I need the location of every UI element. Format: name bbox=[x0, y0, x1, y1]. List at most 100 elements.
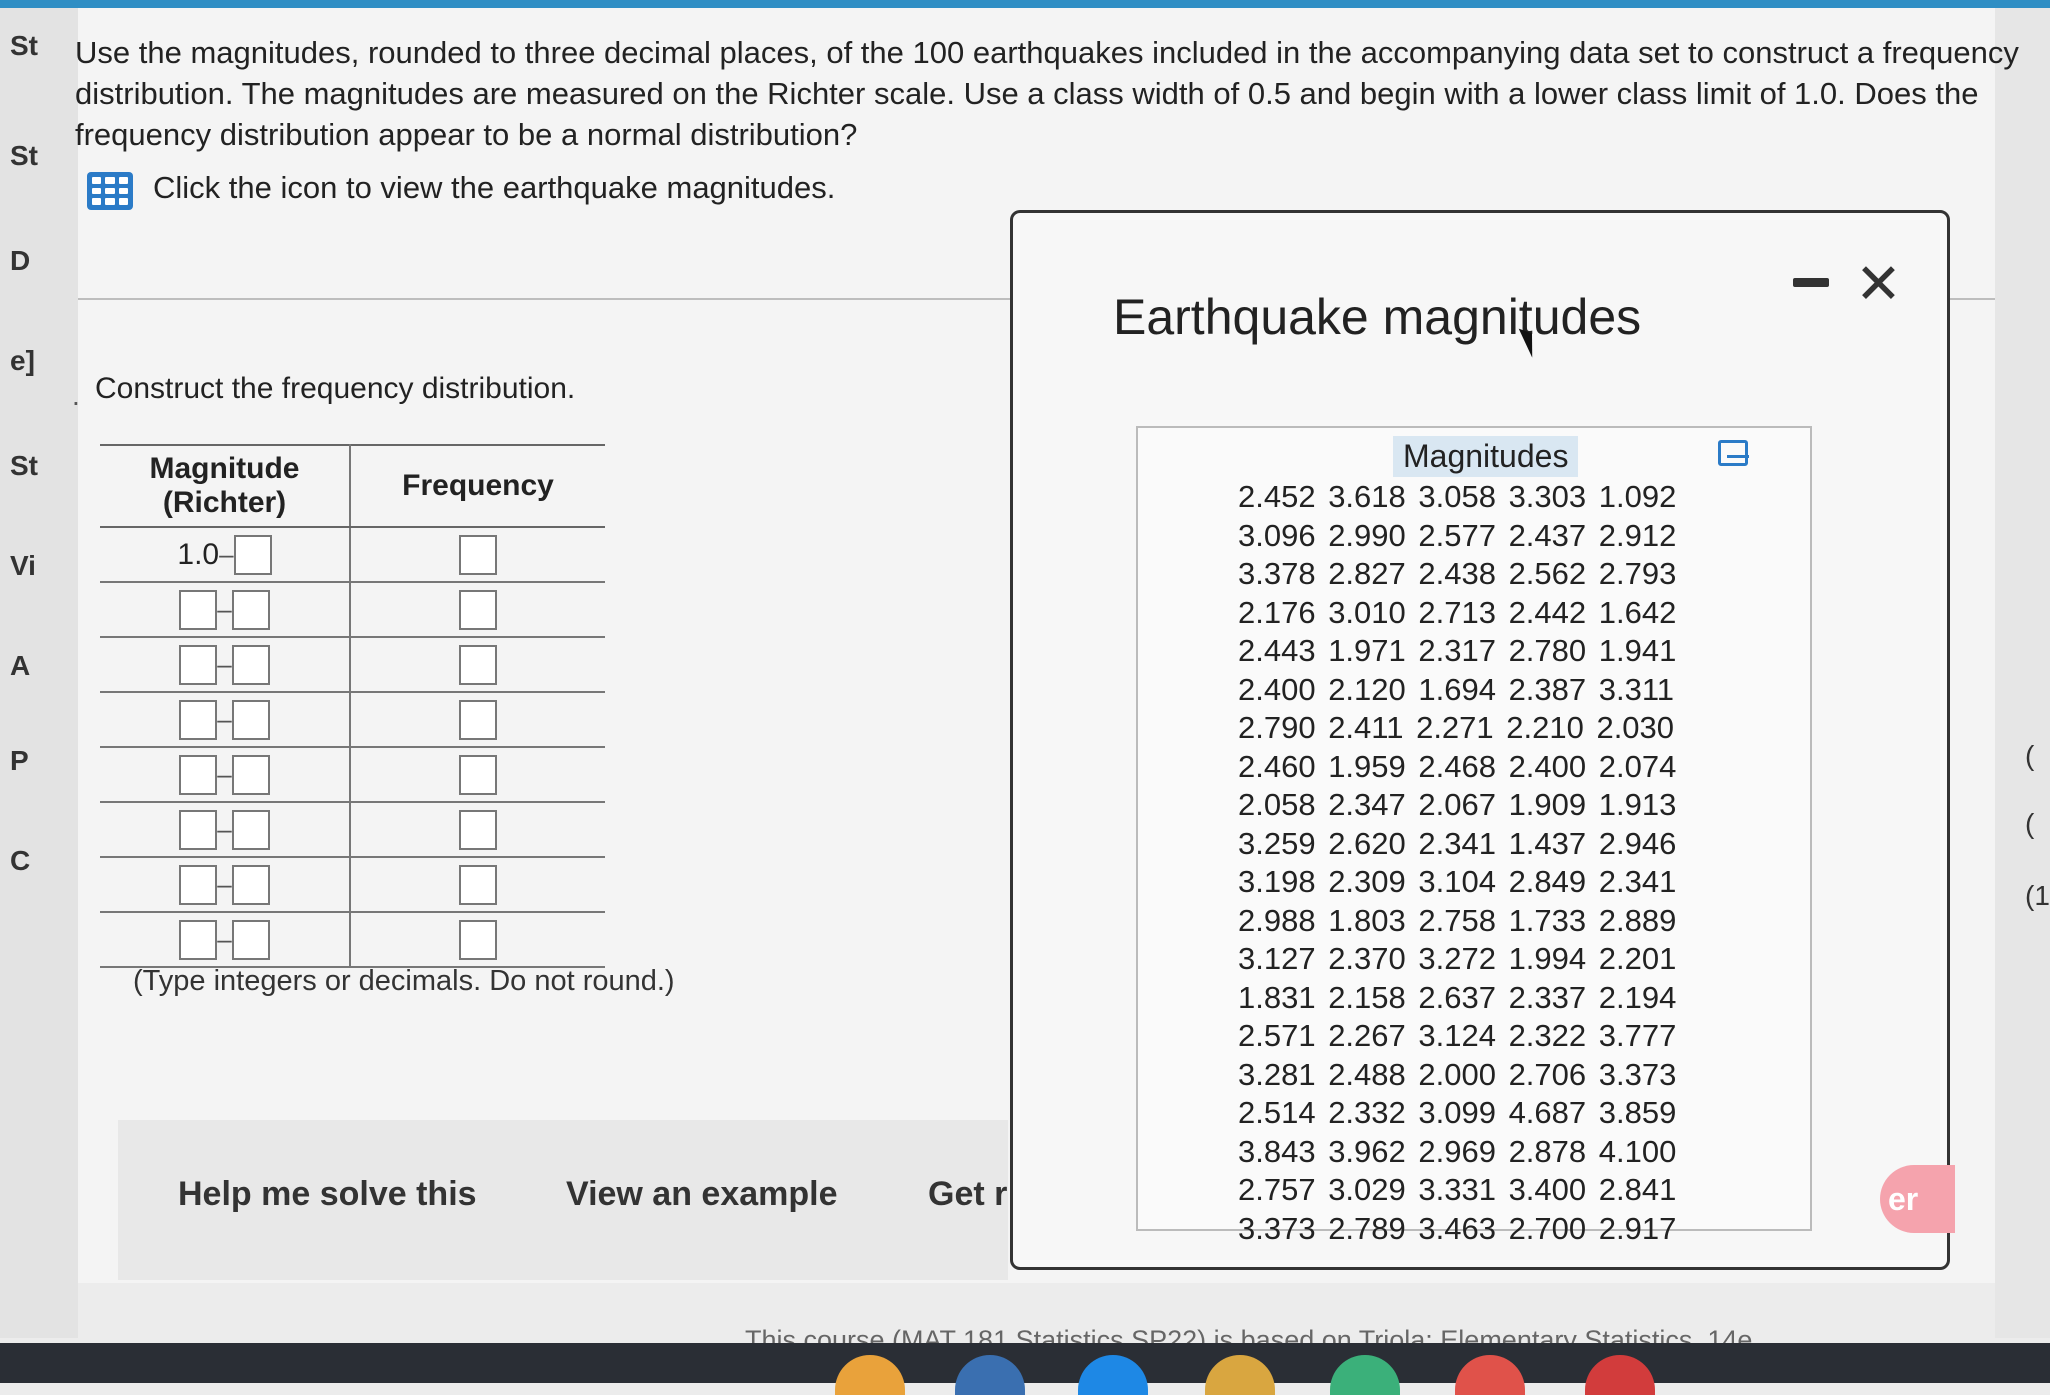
range-dash: – bbox=[217, 869, 232, 899]
magnitude-row: 2.757 3.029 3.331 3.400 2.841 bbox=[1238, 1172, 1677, 1207]
upper-limit-input[interactable] bbox=[233, 534, 272, 575]
popup-title: Earthquake magnitudes bbox=[1113, 289, 1642, 345]
class-limits-cell: – bbox=[100, 692, 351, 748]
magnitude-row: 3.127 2.370 3.272 1.994 2.201 bbox=[1238, 941, 1677, 976]
view-data-link[interactable]: Click the icon to view the earthquake ma… bbox=[153, 170, 835, 206]
class-limits-cell: – bbox=[100, 802, 351, 858]
magnitude-row: 2.514 2.332 3.099 4.687 3.859 bbox=[1238, 1095, 1677, 1130]
range-dash: – bbox=[217, 814, 232, 844]
input-note: (Type integers or decimals. Do not round… bbox=[133, 965, 675, 997]
sidebar-tab[interactable]: Vi bbox=[10, 550, 36, 582]
upper-limit-input[interactable] bbox=[231, 864, 270, 905]
range-dash: – bbox=[217, 924, 232, 954]
right-side-column bbox=[1995, 8, 2050, 1338]
question-text: Use the magnitudes, rounded to three dec… bbox=[75, 35, 2019, 152]
right-edge-text: ( bbox=[2025, 740, 2035, 771]
table-grid-icon[interactable] bbox=[87, 172, 133, 210]
frequency-input[interactable] bbox=[459, 644, 497, 685]
magnitudes-list: 2.452 3.618 3.058 3.303 1.092 3.096 2.990… bbox=[1238, 478, 1676, 1248]
magnitude-row: 3.843 3.962 2.969 2.878 4.100 bbox=[1238, 1133, 1677, 1169]
magnitude-row: 3.096 2.990 2.577 2.437 2.912 bbox=[1238, 517, 1677, 553]
lower-limit-input[interactable] bbox=[179, 699, 218, 740]
copy-data-icon[interactable] bbox=[1718, 440, 1749, 466]
right-edge-text: ( bbox=[2025, 808, 2035, 839]
frequency-cell bbox=[350, 912, 605, 968]
bullet: . bbox=[72, 380, 80, 411]
class-limits-cell: 1.0– bbox=[100, 527, 351, 583]
upper-limit-input[interactable] bbox=[231, 754, 270, 795]
magnitudes-data-panel: Magnitudes 2.452 3.618 3.058 3.303 1.092… bbox=[1136, 426, 1812, 1246]
magnitude-row: 3.378 2.827 2.438 2.562 2.793 bbox=[1238, 556, 1677, 591]
range-dash: – bbox=[219, 539, 234, 569]
frequency-table: Magnitude (Richter) Frequency 1.0– – – – – – –… bbox=[100, 444, 605, 968]
frequency-cell bbox=[350, 582, 605, 638]
lower-limit-input[interactable] bbox=[179, 644, 218, 685]
sidebar-tab[interactable]: A bbox=[10, 650, 30, 682]
range-dash: – bbox=[217, 594, 232, 624]
range-dash: – bbox=[217, 759, 232, 789]
magnitude-row: 3.198 2.309 3.104 2.849 2.341 bbox=[1238, 864, 1677, 899]
sidebar-tab[interactable]: St bbox=[10, 30, 38, 62]
lower-limit-input[interactable] bbox=[179, 919, 218, 960]
minimize-icon[interactable] bbox=[1793, 278, 1829, 287]
upper-limit-input[interactable] bbox=[231, 809, 270, 850]
upper-limit-input[interactable] bbox=[231, 589, 270, 630]
sidebar-tab[interactable]: P bbox=[10, 745, 29, 777]
table-row: – bbox=[100, 692, 605, 748]
get-more-help-button[interactable]: Get r bbox=[928, 1175, 1007, 1214]
first-lower-limit: 1.0 bbox=[177, 537, 220, 571]
class-limits-cell: – bbox=[100, 857, 351, 913]
magnitude-row: 2.400 2.120 1.694 2.387 3.311 bbox=[1238, 671, 1675, 707]
close-icon[interactable]: ✕ bbox=[1855, 251, 1902, 317]
table-row: – bbox=[100, 912, 605, 968]
lower-limit-input[interactable] bbox=[179, 754, 218, 795]
frequency-cell bbox=[350, 527, 605, 583]
check-answer-button[interactable]: er bbox=[1880, 1165, 1955, 1233]
lower-limit-input[interactable] bbox=[179, 589, 218, 630]
sidebar-tab[interactable]: C bbox=[10, 845, 30, 877]
top-accent-bar bbox=[0, 0, 2050, 8]
class-limits-cell: – bbox=[100, 582, 351, 638]
frequency-cell bbox=[350, 637, 605, 693]
class-limits-cell: – bbox=[100, 912, 351, 968]
frequency-input[interactable] bbox=[459, 809, 497, 850]
sidebar-tab[interactable]: e] bbox=[10, 345, 35, 377]
frequency-cell bbox=[350, 747, 605, 803]
sidebar-tab[interactable]: St bbox=[10, 140, 38, 172]
lower-limit-input[interactable] bbox=[179, 864, 218, 905]
col-magnitude-header: Magnitude (Richter) bbox=[100, 444, 351, 528]
upper-limit-input[interactable] bbox=[231, 919, 270, 960]
view-example-button[interactable]: View an example bbox=[566, 1175, 838, 1214]
magnitude-row: 1.831 2.158 2.637 2.337 2.194 bbox=[1238, 979, 1677, 1015]
table-row: – bbox=[100, 637, 605, 693]
magnitude-row: 2.571 2.267 3.124 2.322 3.777 bbox=[1238, 1018, 1677, 1053]
magnitude-row: 3.259 2.620 2.341 1.437 2.946 bbox=[1238, 825, 1677, 861]
table-row: 1.0– bbox=[100, 527, 605, 583]
table-row: – bbox=[100, 582, 605, 638]
frequency-input[interactable] bbox=[459, 699, 497, 740]
upper-limit-input[interactable] bbox=[231, 699, 270, 740]
sidebar-tab[interactable]: St bbox=[10, 450, 38, 482]
right-edge-text: (1 bbox=[2025, 880, 2050, 911]
frequency-input[interactable] bbox=[459, 534, 497, 575]
magnitudes-header: Magnitudes bbox=[1393, 436, 1579, 477]
frequency-input[interactable] bbox=[459, 864, 497, 905]
frequency-input[interactable] bbox=[459, 589, 497, 630]
col-frequency-header: Frequency bbox=[350, 444, 605, 528]
lower-limit-input[interactable] bbox=[179, 809, 218, 850]
magnitude-row: 3.373 2.789 3.463 2.700 2.917 bbox=[1238, 1210, 1677, 1246]
earthquake-popup: Earthquake magnitudes ✕ Magnitudes 2.452… bbox=[1010, 210, 1950, 1270]
frequency-input[interactable] bbox=[459, 754, 497, 795]
magnitude-row: 2.790 2.411 2.271 2.210 2.030 bbox=[1238, 710, 1675, 745]
taskbar bbox=[0, 1343, 2050, 1383]
frequency-cell bbox=[350, 857, 605, 913]
magnitude-row: 2.988 1.803 2.758 1.733 2.889 bbox=[1238, 902, 1677, 938]
frequency-input[interactable] bbox=[459, 919, 497, 960]
help-me-solve-button[interactable]: Help me solve this bbox=[178, 1175, 477, 1214]
range-dash: – bbox=[217, 704, 232, 734]
magnitude-row: 2.443 1.971 2.317 2.780 1.941 bbox=[1238, 633, 1677, 668]
upper-limit-input[interactable] bbox=[231, 644, 270, 685]
instruction-text: Construct the frequency distribution. bbox=[95, 372, 576, 405]
sidebar-tab[interactable]: D bbox=[10, 245, 30, 277]
table-row: – bbox=[100, 802, 605, 858]
